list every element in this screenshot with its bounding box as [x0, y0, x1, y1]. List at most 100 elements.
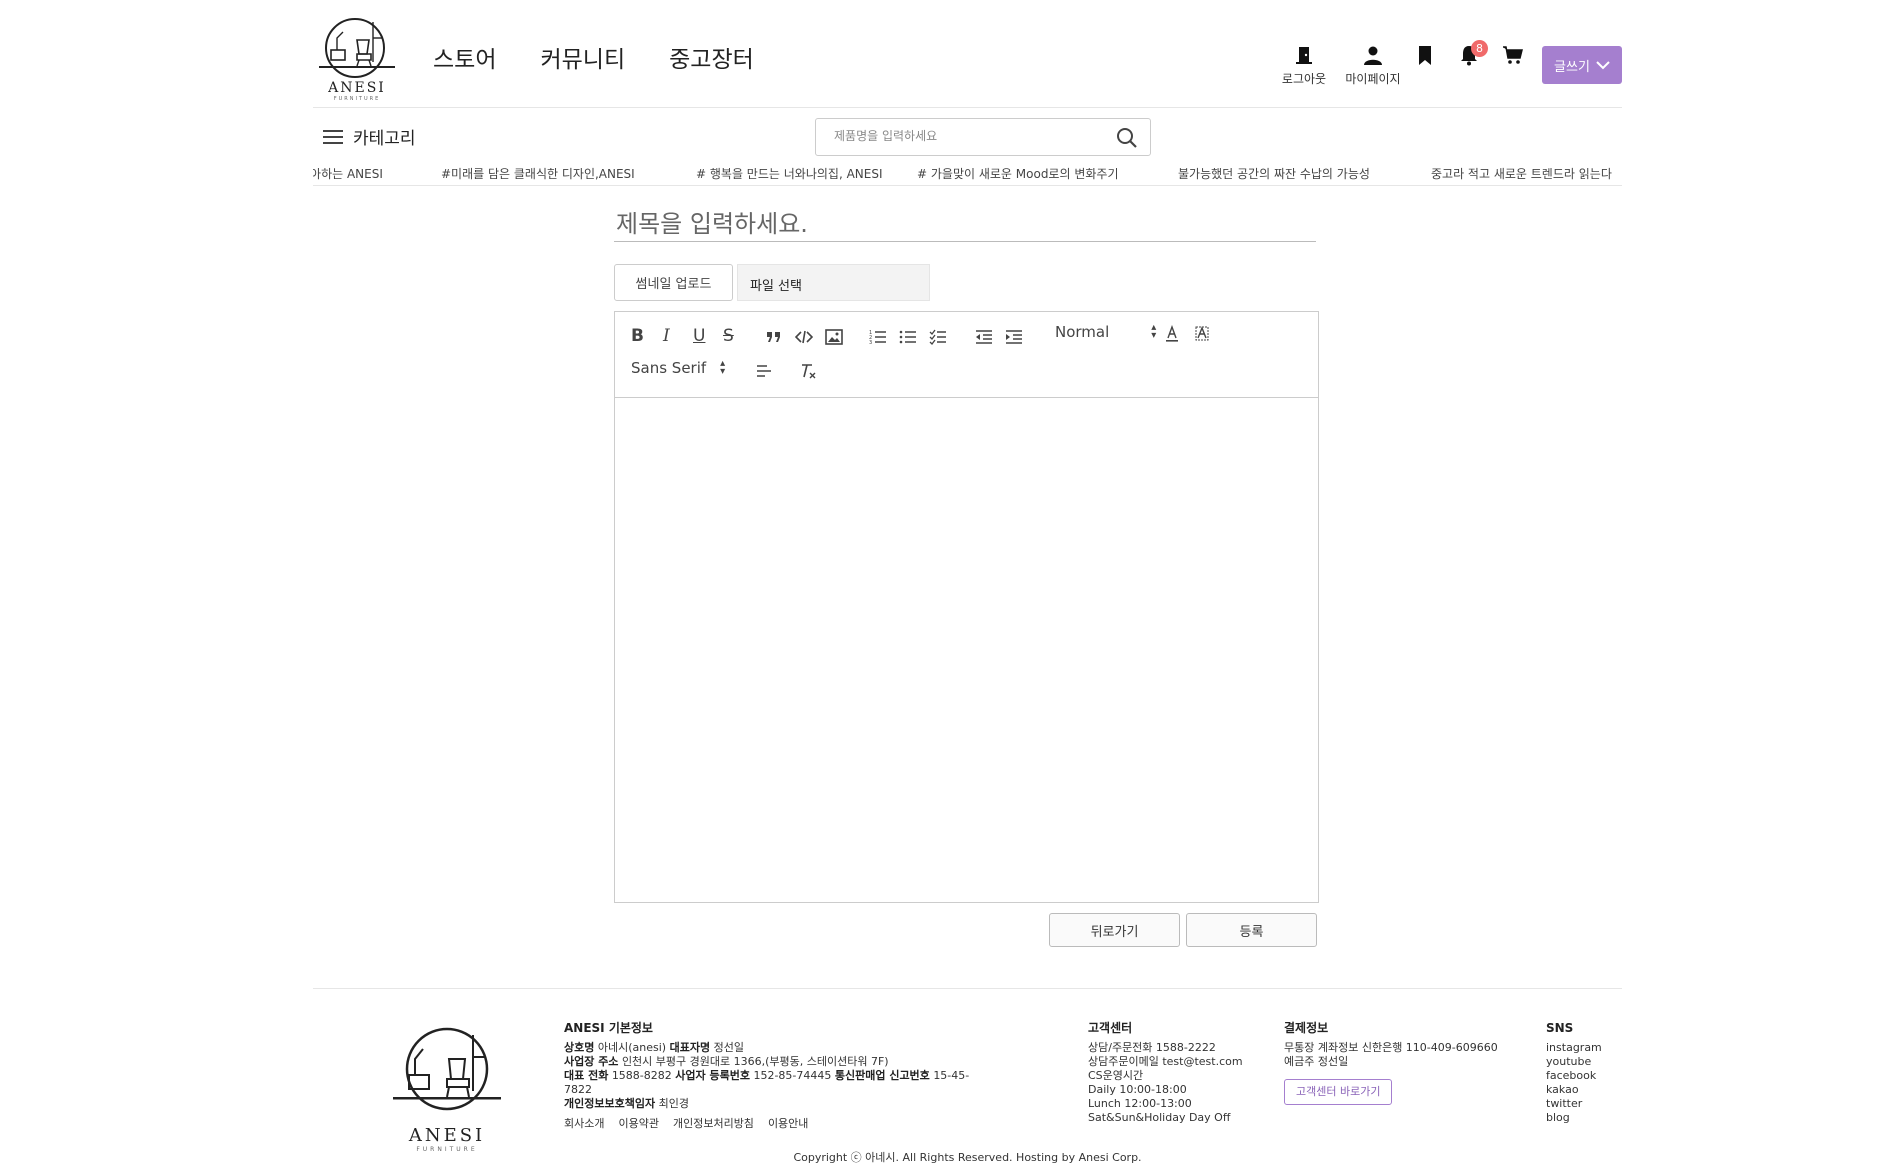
file-select-field[interactable]: 파일 선택	[737, 264, 930, 301]
payment-line: 무통장 계좌정보 신한은행 110-409-609660	[1284, 1041, 1498, 1054]
footer-link-terms[interactable]: 이용약관	[618, 1115, 658, 1131]
company-info-line: 개인정보보호책임자 최인경	[564, 1097, 689, 1110]
company-info-line: 대표 전화 1588-8282 사업자 등록번호 152-85-74445 통신…	[564, 1069, 970, 1096]
ticker-item[interactable]: 좋아하는 ANESI	[313, 165, 383, 182]
svg-text:3: 3	[869, 340, 872, 346]
sub-bar: 카테고리	[313, 108, 1622, 160]
header-size-value: Normal	[1055, 323, 1110, 341]
ticker-item[interactable]: 불가능했던 공간의 짜잔 수납의 가능성	[1178, 165, 1370, 182]
ticker-item[interactable]: #미래를 담은 클래식한 디자인,ANESI	[441, 165, 635, 182]
payment-info: 결제정보 무통장 계좌정보 신한은행 110-409-609660 예금주 정선…	[1284, 1021, 1504, 1105]
write-label: 글쓰기	[1554, 59, 1590, 75]
logout-label: 로그아웃	[1281, 72, 1327, 86]
logo-subtext: FURNITURE	[333, 96, 381, 102]
footer-link-privacy[interactable]: 개인정보처리방침	[673, 1115, 754, 1131]
post-title-input[interactable]	[614, 206, 1316, 242]
payment-title: 결제정보	[1284, 1021, 1329, 1035]
cart-button[interactable]	[1493, 44, 1533, 70]
company-info-title: ANESI 기본정보	[564, 1021, 653, 1035]
cs-line: 상담/주문전화 1588-2222	[1088, 1041, 1216, 1054]
bullet-list-icon[interactable]	[899, 328, 917, 346]
back-button[interactable]: 뒤로가기	[1049, 913, 1180, 947]
select-arrows-icon: ▴ ▾	[1151, 322, 1157, 341]
indent-icon[interactable]	[1005, 328, 1023, 346]
font-color-icon[interactable]	[1163, 325, 1181, 343]
cs-line: 상담주문이메일 test@test.com	[1088, 1055, 1243, 1068]
sns-kakao-link[interactable]: kakao	[1546, 1083, 1616, 1097]
sns-links: SNS instagram youtube facebook kakao twi…	[1546, 1021, 1616, 1125]
brand-logo[interactable]: ANESI FURNITURE	[317, 16, 397, 102]
payment-line: 예금주 정선일	[1284, 1055, 1349, 1068]
rich-text-editor: B I U S 123 Normal ▴ ▾ Sans Serif ▴ ▾	[614, 311, 1319, 903]
bookmark-button[interactable]	[1405, 44, 1445, 70]
bold-icon[interactable]: B	[631, 326, 644, 346]
sns-blog-link[interactable]: blog	[1546, 1111, 1616, 1125]
bookmark-icon	[1419, 46, 1431, 65]
footer-logo-text: ANESI	[408, 1125, 486, 1146]
sns-twitter-link[interactable]: twitter	[1546, 1097, 1616, 1111]
nav-community[interactable]: 커뮤니티	[540, 40, 625, 74]
cs-title: 고객센터	[1088, 1021, 1133, 1035]
category-menu[interactable]: 카테고리	[323, 124, 416, 149]
code-block-icon[interactable]	[795, 328, 813, 346]
background-color-icon[interactable]	[1193, 325, 1211, 343]
blockquote-icon[interactable]	[765, 328, 783, 346]
ordered-list-icon[interactable]: 123	[869, 328, 887, 346]
cart-icon	[1503, 46, 1523, 64]
logo-chair-icon	[319, 18, 395, 78]
cs-line: CS운영시간	[1088, 1069, 1144, 1082]
sns-instagram-link[interactable]: instagram	[1546, 1041, 1616, 1055]
image-icon[interactable]	[825, 328, 843, 346]
write-dropdown-button[interactable]: 글쓰기	[1542, 46, 1622, 84]
customer-center-info: 고객센터 상담/주문전화 1588-2222 상담주문이메일 test@test…	[1088, 1021, 1268, 1125]
logout-button[interactable]: 로그아웃	[1269, 44, 1339, 87]
font-family-value: Sans Serif	[631, 359, 707, 377]
mypage-label: 마이페이지	[1345, 72, 1401, 86]
editor-content-area[interactable]	[615, 399, 1318, 902]
search-icon[interactable]	[1116, 127, 1138, 149]
underline-icon[interactable]: U	[693, 326, 705, 346]
search-input[interactable]	[834, 129, 1104, 143]
sns-youtube-link[interactable]: youtube	[1546, 1055, 1616, 1069]
copyright: Copyright ⓒ 아네시. All Rights Reserved. Ho…	[793, 1151, 1142, 1164]
hashtag-ticker: 좋아하는 ANESI #미래를 담은 클래식한 디자인,ANESI # 행복을 …	[313, 160, 1622, 186]
nav-store[interactable]: 스토어	[433, 40, 496, 74]
header-size-select[interactable]: Normal ▴ ▾	[1055, 322, 1157, 342]
footer-link-guide[interactable]: 이용안내	[768, 1115, 808, 1131]
company-info-line: 사업장 주소 인천시 부평구 경원대로 1366,(부평동, 스테이션타워 7F…	[564, 1055, 889, 1068]
cs-line: Lunch 12:00-13:00	[1088, 1097, 1192, 1110]
logo-text: ANESI	[328, 80, 386, 96]
outdent-icon[interactable]	[975, 328, 993, 346]
mypage-button[interactable]: 마이페이지	[1333, 44, 1413, 87]
chevron-down-icon	[1596, 61, 1610, 70]
ticker-item[interactable]: # 가을맞이 새로운 Mood로의 변화주기	[917, 165, 1119, 182]
footer-links: 회사소개 이용약관 개인정보처리방침 이용안내	[564, 1115, 808, 1131]
ticker-item[interactable]: # 행복을 만드는 너와나의집, ANESI	[696, 165, 883, 182]
thumbnail-upload-button[interactable]: 썸네일 업로드	[614, 264, 733, 301]
footer-link-about[interactable]: 회사소개	[564, 1115, 604, 1131]
logo-chair-icon	[393, 1027, 501, 1111]
strikethrough-icon[interactable]: S	[723, 326, 734, 346]
nav-market[interactable]: 중고장터	[669, 40, 754, 74]
align-icon[interactable]	[755, 362, 773, 380]
site-footer: ANESI FURNITURE ANESI 기본정보 상호명 아네시(anesi…	[313, 988, 1622, 1165]
category-label: 카테고리	[353, 129, 416, 149]
user-icon	[1364, 46, 1382, 65]
submit-button[interactable]: 등록	[1186, 913, 1317, 947]
main-nav: 스토어 커뮤니티 중고장터	[433, 40, 754, 74]
italic-icon[interactable]: I	[663, 326, 670, 346]
company-info-line: 상호명 아네시(anesi) 대표자명 정선일	[564, 1041, 744, 1054]
company-info: ANESI 기본정보 상호명 아네시(anesi) 대표자명 정선일 사업장 주…	[564, 1021, 984, 1111]
notification-button[interactable]: 8	[1449, 40, 1489, 70]
customer-center-button[interactable]: 고객센터 바로가기	[1284, 1079, 1393, 1105]
hamburger-icon	[323, 129, 343, 144]
cs-line: Daily 10:00-18:00	[1088, 1083, 1187, 1096]
ticker-item[interactable]: 중고라 적고 새로운 트렌드라 읽는다	[1431, 165, 1612, 182]
font-family-select[interactable]: Sans Serif ▴ ▾	[631, 358, 726, 378]
door-icon	[1296, 47, 1312, 64]
clear-format-icon[interactable]	[799, 362, 817, 380]
editor-toolbar: B I U S 123 Normal ▴ ▾ Sans Serif ▴ ▾	[615, 312, 1318, 398]
select-arrows-icon: ▴ ▾	[720, 358, 726, 377]
sns-facebook-link[interactable]: facebook	[1546, 1069, 1616, 1083]
checklist-icon[interactable]	[929, 328, 947, 346]
